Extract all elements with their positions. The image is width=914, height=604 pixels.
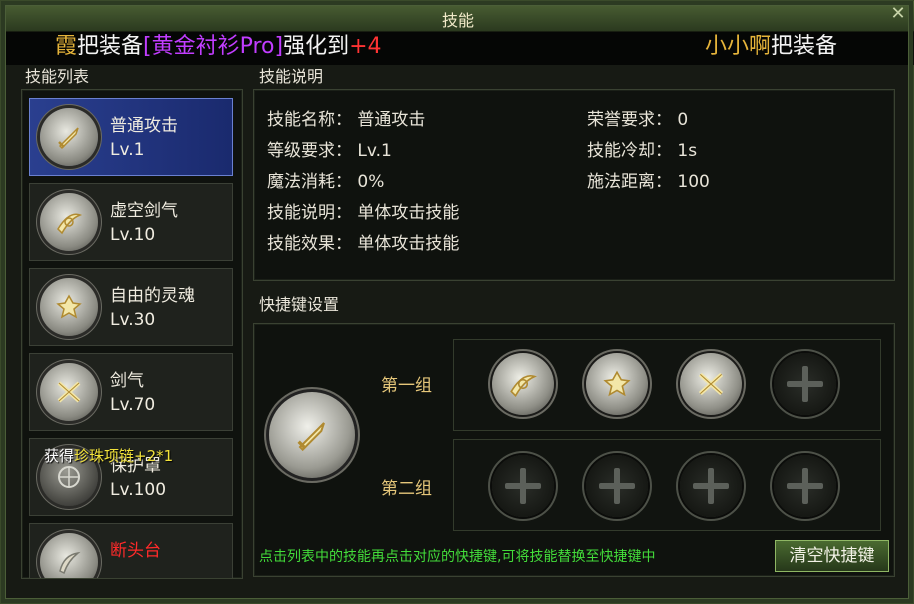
desc-value: 100 — [677, 172, 710, 192]
desc-value: 0 — [677, 110, 689, 130]
desc-label: 技能名称： — [267, 110, 352, 130]
desc-value: 0% — [357, 172, 385, 192]
skill-name: 断头台 — [110, 541, 161, 561]
desc-row-honor-requirement: 荣誉要求： 0 — [587, 105, 688, 130]
desc-label: 技能冷却： — [587, 141, 672, 161]
soul-icon — [40, 278, 98, 336]
shortcut-slot-empty-plus-icon[interactable] — [586, 455, 648, 517]
group-2-label: 第二组 — [381, 479, 432, 499]
desc-label: 荣誉要求： — [587, 110, 672, 130]
sword-aura-icon — [40, 363, 98, 421]
skill-item-normal-attack[interactable]: 普通攻击 Lv.1 — [29, 98, 233, 176]
broadcast-text: 强化到 — [283, 34, 350, 59]
skill-name: 自由的灵魂 — [110, 286, 195, 306]
title-bar[interactable]: 技能 ✕ — [1, 1, 914, 32]
desc-label: 魔法消耗： — [267, 172, 352, 192]
desc-row-level-requirement: 等级要求： Lv.1 — [267, 136, 392, 161]
skill-level: Lv.1 — [110, 140, 145, 160]
broadcast-marquee: 霞把装备[黄金衬衫Pro]强化到+4 小小啊把装备 — [1, 31, 914, 65]
guillotine-icon — [40, 533, 98, 578]
skill-name: 剑气 — [110, 371, 144, 391]
desc-row-cast-range: 施法距离： 100 — [587, 167, 710, 192]
window-title: 技能 — [441, 11, 474, 30]
clear-shortcuts-button[interactable]: 清空快捷键 — [775, 540, 889, 572]
shortcut-slot-empty-plus-icon[interactable] — [774, 353, 836, 415]
close-icon[interactable]: ✕ — [887, 3, 909, 25]
skill-level: Lv.70 — [110, 395, 156, 415]
shortcut-slot-sword-aura-icon[interactable] — [680, 353, 742, 415]
shortcut-settings-title: 快捷键设置 — [259, 295, 340, 314]
desc-row-mana-cost: 魔法消耗： 0% — [267, 167, 384, 192]
shortcut-slot-empty-plus-icon[interactable] — [680, 455, 742, 517]
skill-window: 技能 ✕ 霞把装备[黄金衬衫Pro]强化到+4 小小啊把装备 技能列表 技能说明… — [0, 0, 914, 604]
desc-label: 施法距离： — [587, 172, 672, 192]
notice-item: 珍珠项链+2*1 — [74, 447, 174, 465]
desc-value: 1s — [677, 141, 698, 161]
desc-value: Lv.1 — [357, 141, 392, 161]
shortcut-slot-soul-icon[interactable] — [586, 353, 648, 415]
skill-item-free-soul[interactable]: 自由的灵魂 Lv.30 — [29, 268, 233, 346]
shortcut-hint-text: 点击列表中的技能再点击对应的快捷键,可将技能替换至快捷键中 — [259, 549, 656, 565]
desc-label: 技能说明： — [267, 203, 352, 223]
broadcast-message-1: 霞把装备[黄金衬衫Pro]强化到+4 — [55, 31, 382, 63]
shortcut-group-1 — [453, 339, 881, 431]
item-obtained-notice: 获得珍珠项链+2*1 — [44, 445, 173, 466]
skill-description-title: 技能说明 — [259, 67, 324, 86]
desc-label: 等级要求： — [267, 141, 352, 161]
notice-prefix: 获得 — [44, 447, 75, 465]
desc-value: 普通攻击 — [357, 110, 426, 130]
shortcut-group-2 — [453, 439, 881, 531]
shortcut-slot-empty-plus-icon[interactable] — [774, 455, 836, 517]
broadcast-message-2: 小小啊把装备 — [705, 31, 837, 63]
broadcast-player-name: 霞 — [55, 34, 78, 59]
group-1-label: 第一组 — [381, 376, 432, 396]
skill-name: 虚空剑气 — [110, 201, 178, 221]
void-sword-icon — [40, 193, 98, 251]
broadcast-enhance-level: +4 — [349, 34, 382, 59]
desc-row-description: 技能说明： 单体攻击技能 — [267, 198, 459, 223]
shortcut-slot-void-sword-icon[interactable] — [492, 353, 554, 415]
sword-icon — [40, 108, 98, 166]
broadcast-player-name: 小小啊 — [705, 34, 772, 59]
selected-skill-sword-icon — [269, 392, 355, 478]
broadcast-text: 把装备 — [77, 34, 144, 59]
skill-list-title: 技能列表 — [25, 67, 90, 86]
skill-name: 普通攻击 — [110, 116, 178, 136]
skill-level: Lv.30 — [110, 310, 156, 330]
skill-item-void-sword[interactable]: 虚空剑气 Lv.10 — [29, 183, 233, 261]
desc-label: 技能效果： — [267, 234, 352, 254]
skill-item-sword-aura[interactable]: 剑气 Lv.70 — [29, 353, 233, 431]
skill-level: Lv.10 — [110, 225, 156, 245]
desc-row-skill-name: 技能名称： 普通攻击 — [267, 105, 425, 130]
desc-row-cooldown: 技能冷却： 1s — [587, 136, 697, 161]
skill-item-guillotine[interactable]: 断头台 — [29, 523, 233, 578]
broadcast-item-name: [黄金衬衫Pro] — [143, 34, 284, 59]
skill-list[interactable]: 普通攻击 Lv.1 虚空剑气 Lv.10 自由的灵魂 Lv.30 剑气 Lv.7… — [21, 89, 243, 579]
shortcut-slot-empty-plus-icon[interactable] — [492, 455, 554, 517]
desc-value: 单体攻击技能 — [357, 203, 460, 223]
broadcast-text: 把装备 — [771, 34, 838, 59]
desc-value: 单体攻击技能 — [357, 234, 460, 254]
desc-row-effect: 技能效果： 单体攻击技能 — [267, 229, 459, 254]
skill-level: Lv.100 — [110, 480, 167, 500]
